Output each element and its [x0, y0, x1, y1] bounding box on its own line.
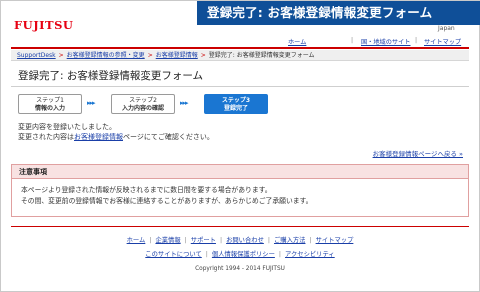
- notice-line: 本ページより登録された情報が反映されるまでに数日間を要する場合があります。: [21, 186, 272, 194]
- step-1: ステップ1 情報の入力: [18, 94, 82, 114]
- footer-sitemap-link[interactable]: サイトマップ: [316, 237, 354, 244]
- confirmation-message: 変更された内容はお客様登録情報ページにてご確認ください。: [18, 132, 214, 142]
- breadcrumb: SupportDesk > お客様登録情報の参照・変更 > お客様登録情報 > 登録完了: …: [11, 50, 469, 61]
- step-label: 入力内容の確認: [121, 105, 164, 112]
- footer-links-secondary: このサイトについて | 個人情報保護ポリシー | アクセシビリティ: [1, 249, 479, 258]
- footer-about-link[interactable]: このサイトについて: [145, 251, 201, 258]
- step-label: 情報の入力: [34, 105, 65, 112]
- registration-info-link[interactable]: お客様登録情報: [74, 133, 123, 141]
- step-arrow-icon: ▸▸▸: [87, 99, 95, 107]
- header-divider: [11, 47, 469, 49]
- footer-separator: |: [309, 237, 312, 244]
- footer-separator: |: [267, 237, 270, 244]
- footer-accessibility-link[interactable]: アクセシビリティ: [285, 251, 335, 258]
- back-to-registration-link[interactable]: お客様登録情報ページへ戻る »: [373, 148, 463, 158]
- confirmation-text: ページにてご確認ください。: [123, 133, 214, 141]
- header-global-link[interactable]: 国・地域のサイト: [361, 37, 411, 46]
- breadcrumb-item-current: 登録完了: お客様登録情報変更フォーム: [208, 52, 315, 59]
- step-3-current: ステップ3 登録完了: [204, 94, 268, 114]
- footer-purchase-link[interactable]: ご購入方法: [274, 237, 305, 244]
- breadcrumb-item-view-change[interactable]: お客様登録情報の参照・変更: [67, 52, 145, 59]
- step-number: ステップ1: [36, 97, 64, 104]
- header-link-separator: |: [415, 37, 418, 44]
- notice-box: 注意事項 本ページより登録された情報が反映されるまでに数日間を要する場合がありま…: [11, 164, 469, 217]
- step-number: ステップ3: [221, 97, 251, 104]
- breadcrumb-arrow-icon: >: [147, 52, 153, 59]
- footer-support-link[interactable]: サポート: [191, 237, 216, 244]
- breadcrumb-arrow-icon: >: [200, 52, 206, 59]
- notice-line: その間、変更前の登録情報でお客様に連絡することがありますが、あらかじめご了承願い…: [21, 197, 313, 205]
- header-sitemap-link[interactable]: サイトマップ: [424, 37, 461, 46]
- title-divider: [11, 86, 469, 87]
- page-frame: 登録完了: お客様登録情報変更フォーム FUJITSU Japan ホーム | …: [0, 0, 480, 292]
- region-label: Japan: [438, 25, 455, 32]
- footer-contact-link[interactable]: お問い合わせ: [226, 237, 264, 244]
- footer-corporate-link[interactable]: 企業情報: [155, 237, 180, 244]
- breadcrumb-arrow-icon: >: [58, 52, 64, 59]
- confirmation-text: 変更された内容は: [18, 133, 74, 141]
- completion-message: 変更内容を登録いたしました。: [18, 123, 116, 131]
- title-banner: 登録完了: お客様登録情報変更フォーム: [197, 1, 480, 25]
- step-2: ステップ2 入力内容の確認: [111, 94, 175, 114]
- notice-body: 本ページより登録された情報が反映されるまでに数日間を要する場合があります。 その…: [12, 179, 468, 207]
- footer-home-link[interactable]: ホーム: [127, 237, 146, 244]
- footer-privacy-link[interactable]: 個人情報保護ポリシー: [212, 251, 275, 258]
- footer-separator: |: [219, 237, 223, 244]
- breadcrumb-item-registration-info[interactable]: お客様登録情報: [156, 52, 198, 59]
- header-home-link[interactable]: ホーム: [288, 37, 306, 46]
- header-link-separator: |: [351, 37, 354, 44]
- fujitsu-logo[interactable]: FUJITSU: [14, 18, 73, 32]
- footer-separator: |: [278, 251, 281, 258]
- step-arrow-icon: ▸▸▸: [180, 99, 188, 107]
- footer-separator: |: [149, 237, 152, 244]
- step-label: 登録完了: [223, 105, 248, 112]
- breadcrumb-item-supportdesk[interactable]: SupportDesk: [17, 52, 56, 59]
- copyright: Copyright 1994 - 2014 FUJITSU: [195, 266, 285, 272]
- footer-links-primary: ホーム | 企業情報 | サポート | お問い合わせ | ご購入方法 | サイトマップ: [1, 235, 479, 244]
- header-links: ホーム | 国・地域のサイト | サイトマップ: [1, 37, 479, 47]
- footer-divider: [11, 226, 469, 227]
- step-number: ステップ2: [129, 97, 157, 104]
- notice-heading: 注意事項: [12, 165, 468, 179]
- footer-separator: |: [184, 237, 187, 244]
- footer-separator: |: [205, 251, 208, 258]
- page-title: 登録完了: お客様登録情報変更フォーム: [18, 70, 204, 82]
